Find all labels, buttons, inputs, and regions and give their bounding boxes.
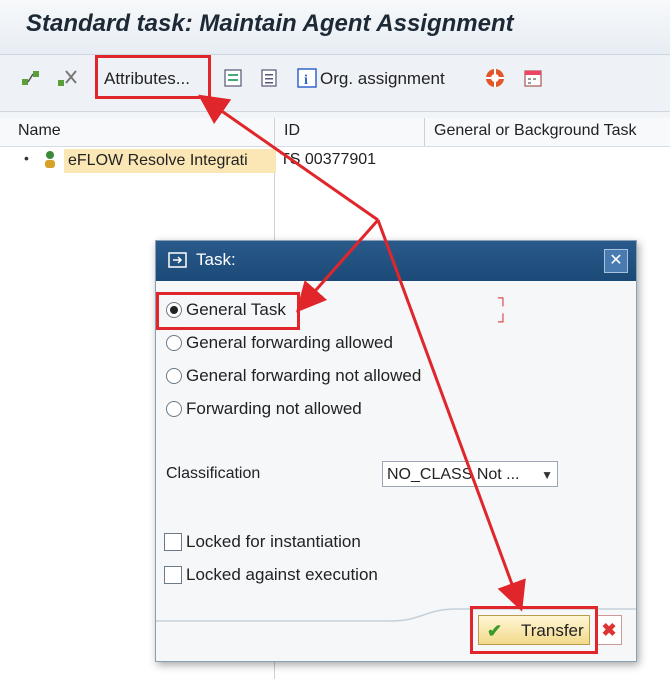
sap-window: Standard task: Maintain Agent Assignment…: [0, 0, 670, 679]
annotation-arrows: [198, 94, 526, 612]
